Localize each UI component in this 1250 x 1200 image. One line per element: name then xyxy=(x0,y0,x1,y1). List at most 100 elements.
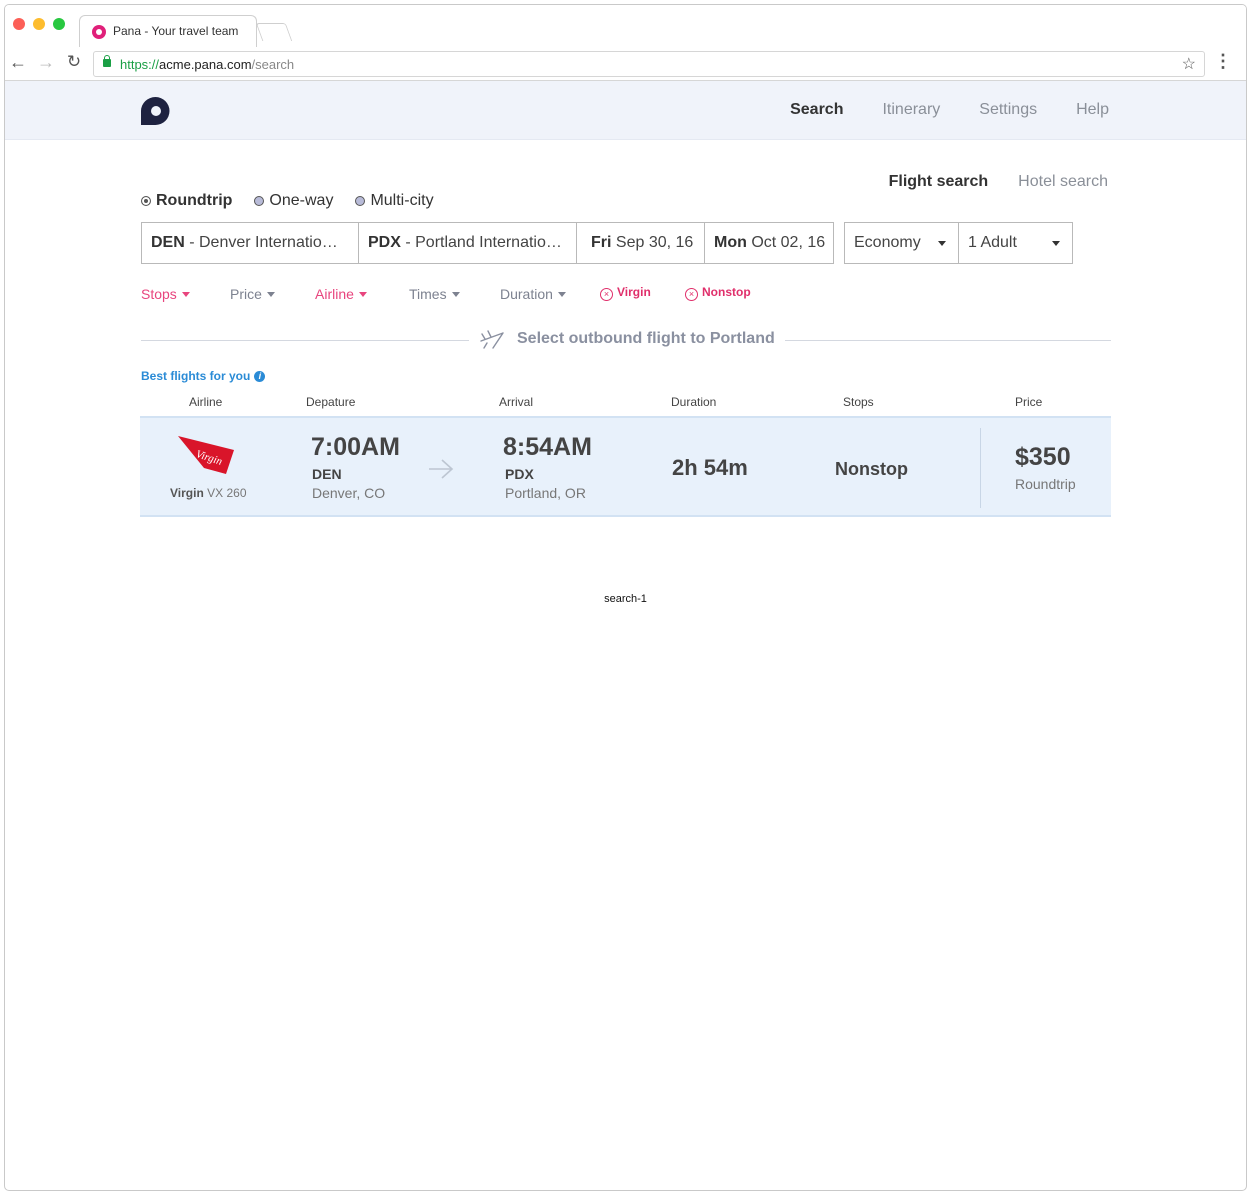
bookmark-star-icon[interactable]: ☆ xyxy=(1182,54,1196,74)
col-duration: Duration xyxy=(671,395,717,409)
tab-flight-search[interactable]: Flight search xyxy=(889,173,989,191)
best-flights-text: Best flights for you xyxy=(141,369,251,383)
flight-row[interactable]: Virgin Virgin VX 260 7:00AM DEN Denver, … xyxy=(140,416,1111,517)
flight-price: $350 xyxy=(1015,443,1071,471)
url-host: acme.pana.com xyxy=(159,57,252,72)
minimize-window-button[interactable] xyxy=(33,18,45,30)
destination-field[interactable]: PDX - Portland Internatio… xyxy=(358,222,577,264)
main-nav: Search Itinerary Settings Help xyxy=(790,101,1109,119)
trip-type-selector: Roundtrip One-way Multi-city xyxy=(141,192,434,210)
price-type: Roundtrip xyxy=(1015,476,1076,492)
origin-name: - Denver Internatio… xyxy=(184,234,338,251)
return-date-field[interactable]: Mon Oct 02, 16 xyxy=(704,222,834,264)
pana-favicon-icon xyxy=(92,25,106,39)
radio-roundtrip[interactable]: Roundtrip xyxy=(141,192,232,210)
radio-label: Roundtrip xyxy=(156,192,233,209)
nav-search[interactable]: Search xyxy=(790,101,843,119)
depart-date-field[interactable]: Fri Sep 30, 16 xyxy=(576,222,705,264)
filter-stops[interactable]: Stops xyxy=(141,286,190,302)
depart-day: Fri xyxy=(591,234,612,251)
radio-label: Multi-city xyxy=(370,192,434,209)
return-day: Mon xyxy=(714,234,747,251)
maximize-window-button[interactable] xyxy=(53,18,65,30)
app-header: Search Itinerary Settings Help xyxy=(5,81,1246,140)
browser-tab[interactable]: Pana - Your travel team xyxy=(79,15,257,47)
lock-icon xyxy=(103,55,111,67)
radio-selected-icon xyxy=(141,196,151,206)
caret-down-icon xyxy=(557,292,566,297)
cabin-value: Economy xyxy=(854,234,921,251)
close-window-button[interactable] xyxy=(13,18,25,30)
filter-label: Times xyxy=(409,286,447,302)
virgin-logo-icon: Virgin xyxy=(178,436,234,474)
flight-duration: 2h 54m xyxy=(672,455,748,480)
departure-time: 7:00AM xyxy=(311,433,400,461)
radio-one-way[interactable]: One-way xyxy=(254,192,333,210)
destination-code: PDX xyxy=(368,234,401,251)
passengers-select[interactable]: 1 Adult xyxy=(958,222,1073,264)
reload-icon[interactable]: ↻ xyxy=(63,52,85,72)
chip-label: Virgin xyxy=(617,285,651,299)
browser-window: Pana - Your travel team ← → ↻ https://ac… xyxy=(4,4,1247,1191)
flight-number: Virgin VX 260 xyxy=(170,486,247,500)
caret-down-icon xyxy=(181,292,190,297)
origin-code: DEN xyxy=(151,234,185,251)
col-stops: Stops xyxy=(843,395,874,409)
url-path: /search xyxy=(251,57,295,72)
origin-field[interactable]: DEN - Denver Internatio… xyxy=(141,222,359,264)
filter-label: Duration xyxy=(500,286,553,302)
flight-stops: Nonstop xyxy=(835,459,908,479)
airplane-icon xyxy=(480,330,504,349)
chip-nonstop[interactable]: × Nonstop xyxy=(685,285,751,301)
remove-filter-icon[interactable]: × xyxy=(685,288,698,301)
browser-toolbar: ← → ↻ https://acme.pana.com/search ☆ ⋮ xyxy=(5,47,1246,81)
filter-label: Price xyxy=(230,286,262,302)
filter-label: Airline xyxy=(315,286,354,302)
chip-label: Nonstop xyxy=(702,285,751,299)
new-tab-button[interactable] xyxy=(255,23,293,41)
cabin-select[interactable]: Economy xyxy=(844,222,959,264)
results-heading-text: Select outbound flight to Portland xyxy=(517,330,775,347)
return-date: Oct 02, 16 xyxy=(746,234,826,251)
departure-airport-code: DEN xyxy=(312,466,342,482)
col-airline: Airline xyxy=(189,395,223,409)
radio-unselected-icon xyxy=(355,196,366,206)
filter-airline[interactable]: Airline xyxy=(315,286,367,302)
depart-date: Sep 30, 16 xyxy=(611,234,694,251)
pana-logo-icon[interactable] xyxy=(140,96,171,126)
url-text: https://acme.pana.com/search xyxy=(120,57,294,72)
best-flights-label: Best flights for you i xyxy=(141,369,266,383)
departure-city: Denver, CO xyxy=(312,485,386,501)
url-scheme: https:// xyxy=(120,57,160,72)
tab-title: Pana - Your travel team xyxy=(113,24,239,38)
airline-name: Virgin xyxy=(170,486,204,500)
address-bar[interactable]: https://acme.pana.com/search ☆ xyxy=(93,51,1205,77)
tab-hotel-search[interactable]: Hotel search xyxy=(1018,173,1108,191)
radio-unselected-icon xyxy=(254,196,265,206)
filter-times[interactable]: Times xyxy=(409,286,460,302)
filter-duration[interactable]: Duration xyxy=(500,286,566,302)
remove-filter-icon[interactable]: × xyxy=(600,288,613,301)
radio-multi-city[interactable]: Multi-city xyxy=(355,192,434,210)
info-icon[interactable]: i xyxy=(254,370,266,382)
col-arrival: Arrival xyxy=(499,395,534,409)
forward-arrow-icon[interactable]: → xyxy=(35,52,57,73)
arrival-time: 8:54AM xyxy=(503,433,592,461)
search-fields: DEN - Denver Internatio… PDX - Portland … xyxy=(141,222,1073,264)
flight-code: VX 260 xyxy=(203,486,247,500)
browser-menu-icon[interactable]: ⋮ xyxy=(1214,51,1232,72)
destination-name: - Portland Internatio… xyxy=(400,234,562,251)
chip-virgin[interactable]: × Virgin xyxy=(600,285,651,301)
caret-down-icon xyxy=(358,292,367,297)
arrival-airport-code: PDX xyxy=(505,466,534,482)
radio-label: One-way xyxy=(269,192,334,209)
passengers-value: 1 Adult xyxy=(968,234,1017,251)
nav-itinerary[interactable]: Itinerary xyxy=(882,101,940,119)
title-bar: Pana - Your travel team xyxy=(5,5,1246,47)
nav-help[interactable]: Help xyxy=(1076,101,1109,119)
col-departure: Depature xyxy=(306,395,356,409)
filter-price[interactable]: Price xyxy=(230,286,275,302)
nav-settings[interactable]: Settings xyxy=(979,101,1037,119)
window-controls xyxy=(13,18,65,30)
back-arrow-icon[interactable]: ← xyxy=(7,52,29,73)
